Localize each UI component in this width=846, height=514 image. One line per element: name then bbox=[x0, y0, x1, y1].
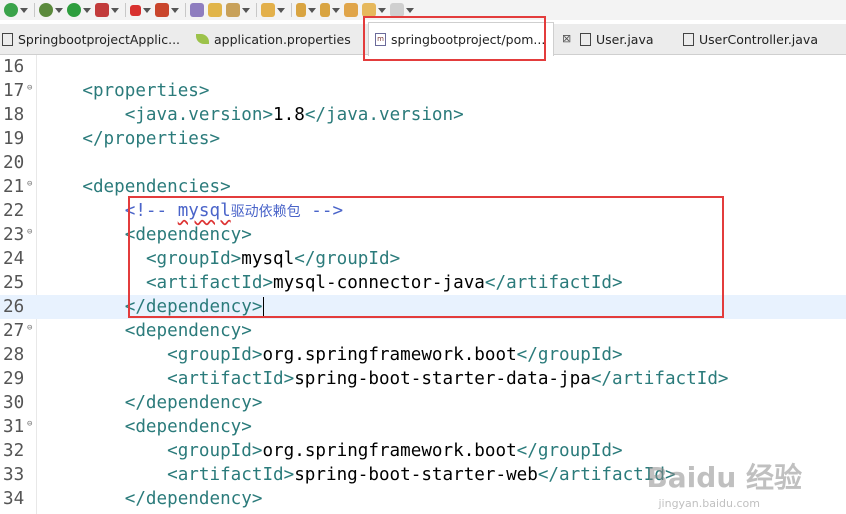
xml-tag: <groupId> bbox=[167, 345, 263, 365]
line-number: 16 bbox=[3, 57, 25, 77]
code-line[interactable]: 18 <java.version>1.8</java.version> bbox=[0, 103, 846, 127]
prev-annotation-icon[interactable] bbox=[320, 3, 340, 17]
xml-tag: </properties> bbox=[82, 129, 221, 149]
back-icon[interactable] bbox=[362, 3, 386, 17]
close-tab-icon[interactable]: ⊠ bbox=[562, 32, 571, 45]
tab-springbootproject-application[interactable]: SpringbootprojectApplic... bbox=[0, 24, 192, 54]
code-text: <java.version>1.8</java.version> bbox=[40, 103, 464, 127]
line-number: 30 bbox=[3, 393, 25, 413]
line-number: 34 bbox=[3, 489, 25, 509]
toolbar-separator bbox=[256, 3, 257, 17]
code-line[interactable]: 17 ⊖ <properties> bbox=[0, 79, 846, 103]
refresh-icon[interactable] bbox=[4, 3, 28, 17]
toolbar-separator bbox=[291, 3, 292, 17]
watermark-url: jingyan.baidu.com bbox=[658, 497, 760, 510]
line-number: 24 bbox=[3, 249, 25, 269]
stop-icon[interactable] bbox=[130, 4, 151, 16]
xml-tag: </artifactId> bbox=[590, 369, 729, 389]
deploy-icon[interactable] bbox=[155, 3, 179, 17]
xml-tag: </groupId> bbox=[516, 345, 623, 365]
code-line[interactable]: 16 bbox=[0, 55, 846, 79]
tool-icon[interactable] bbox=[226, 3, 250, 17]
code-line[interactable]: 30 </dependency> bbox=[0, 391, 846, 415]
xml-tag: <groupId> bbox=[167, 441, 263, 461]
tab-application-properties[interactable]: application.properties bbox=[196, 24, 361, 54]
code-line[interactable]: 19 </properties> bbox=[0, 127, 846, 151]
java-file-icon bbox=[580, 32, 591, 46]
tab-label: UserController.java bbox=[699, 31, 818, 47]
code-text: <groupId>org.springframework.boot</group… bbox=[40, 439, 623, 463]
code-text: <artifactId>spring-boot-starter-data-jpa… bbox=[40, 367, 729, 391]
line-number: 19 bbox=[3, 129, 25, 149]
fold-collapse-icon[interactable]: ⊖ bbox=[27, 322, 32, 334]
xml-value: spring-boot-starter-web bbox=[294, 465, 538, 485]
line-number: 20 bbox=[3, 153, 25, 173]
mysql-dependency-highlight-box bbox=[128, 196, 724, 318]
toolbar-separator bbox=[185, 3, 186, 17]
fold-collapse-icon[interactable]: ⊖ bbox=[27, 418, 32, 430]
code-text: </dependency> bbox=[40, 487, 263, 511]
line-number: 22 bbox=[3, 201, 25, 221]
xml-value: spring-boot-starter-data-jpa bbox=[294, 369, 591, 389]
next-annotation-icon[interactable] bbox=[296, 3, 316, 17]
toolbar-separator bbox=[34, 3, 35, 17]
watermark-logo: Baidu 经验 bbox=[646, 461, 802, 494]
tab-label: SpringbootprojectApplic... bbox=[18, 31, 181, 47]
line-number: 29 bbox=[3, 369, 25, 389]
line-number: 32 bbox=[3, 441, 25, 461]
fold-collapse-icon[interactable]: ⊖ bbox=[27, 226, 32, 238]
tab-label: User.java bbox=[596, 31, 654, 47]
last-edit-icon[interactable] bbox=[344, 3, 358, 17]
code-text: <artifactId>spring-boot-starter-web</art… bbox=[40, 463, 675, 487]
xml-value: org.springframework.boot bbox=[262, 441, 517, 461]
xml-value: org.springframework.boot bbox=[262, 345, 517, 365]
line-number: 26 bbox=[3, 297, 25, 317]
code-text: <dependency> bbox=[40, 319, 252, 343]
xml-tag: <dependencies> bbox=[82, 177, 231, 197]
open-folder-icon[interactable] bbox=[208, 3, 222, 17]
tab-label: application.properties bbox=[214, 31, 351, 47]
server-icon[interactable] bbox=[190, 3, 204, 17]
forward-icon[interactable] bbox=[390, 3, 414, 17]
code-text: <properties> bbox=[40, 79, 209, 103]
line-number: 18 bbox=[3, 105, 25, 125]
java-file-icon bbox=[683, 32, 694, 46]
code-text: <dependency> bbox=[40, 415, 252, 439]
code-line[interactable]: 27 ⊖ <dependency> bbox=[0, 319, 846, 343]
code-line[interactable]: 29 <artifactId>spring-boot-starter-data-… bbox=[0, 367, 846, 391]
toolbar-separator bbox=[125, 3, 126, 17]
code-line[interactable]: 31 ⊖ <dependency> bbox=[0, 415, 846, 439]
xml-tag: </dependency> bbox=[124, 393, 263, 413]
xml-tag: <artifactId> bbox=[167, 465, 295, 485]
fold-collapse-icon[interactable]: ⊖ bbox=[27, 178, 32, 190]
tab-usercontroller-java[interactable]: UserController.java bbox=[683, 24, 843, 54]
xml-tag: </groupId> bbox=[516, 441, 623, 461]
xml-tag: <artifactId> bbox=[167, 369, 295, 389]
line-number: 28 bbox=[3, 345, 25, 365]
code-text: <groupId>org.springframework.boot</group… bbox=[40, 343, 623, 367]
line-number: 25 bbox=[3, 273, 25, 293]
xml-tag: <dependency> bbox=[124, 321, 252, 341]
xml-tag: </dependency> bbox=[124, 489, 263, 509]
open-file-icon[interactable] bbox=[261, 3, 285, 17]
xml-tag: <java.version> bbox=[124, 105, 274, 125]
debug-icon[interactable] bbox=[39, 3, 63, 17]
properties-file-icon bbox=[196, 34, 209, 44]
code-line[interactable]: 20 bbox=[0, 151, 846, 175]
xml-tag: <dependency> bbox=[124, 417, 252, 437]
fold-collapse-icon[interactable]: ⊖ bbox=[27, 82, 32, 94]
tab-user-java[interactable]: User.java bbox=[580, 24, 675, 54]
run-icon[interactable] bbox=[67, 3, 91, 17]
code-text: </dependency> bbox=[40, 391, 263, 415]
code-text: </properties> bbox=[40, 127, 220, 151]
xml-value: 1.8 bbox=[273, 105, 305, 125]
java-class-icon bbox=[2, 32, 13, 46]
run-config-icon[interactable] bbox=[95, 3, 119, 17]
line-number: 33 bbox=[3, 465, 25, 485]
xml-tag: </java.version> bbox=[304, 105, 464, 125]
code-line[interactable]: 28 <groupId>org.springframework.boot</gr… bbox=[0, 343, 846, 367]
xml-tag: <properties> bbox=[82, 81, 210, 101]
